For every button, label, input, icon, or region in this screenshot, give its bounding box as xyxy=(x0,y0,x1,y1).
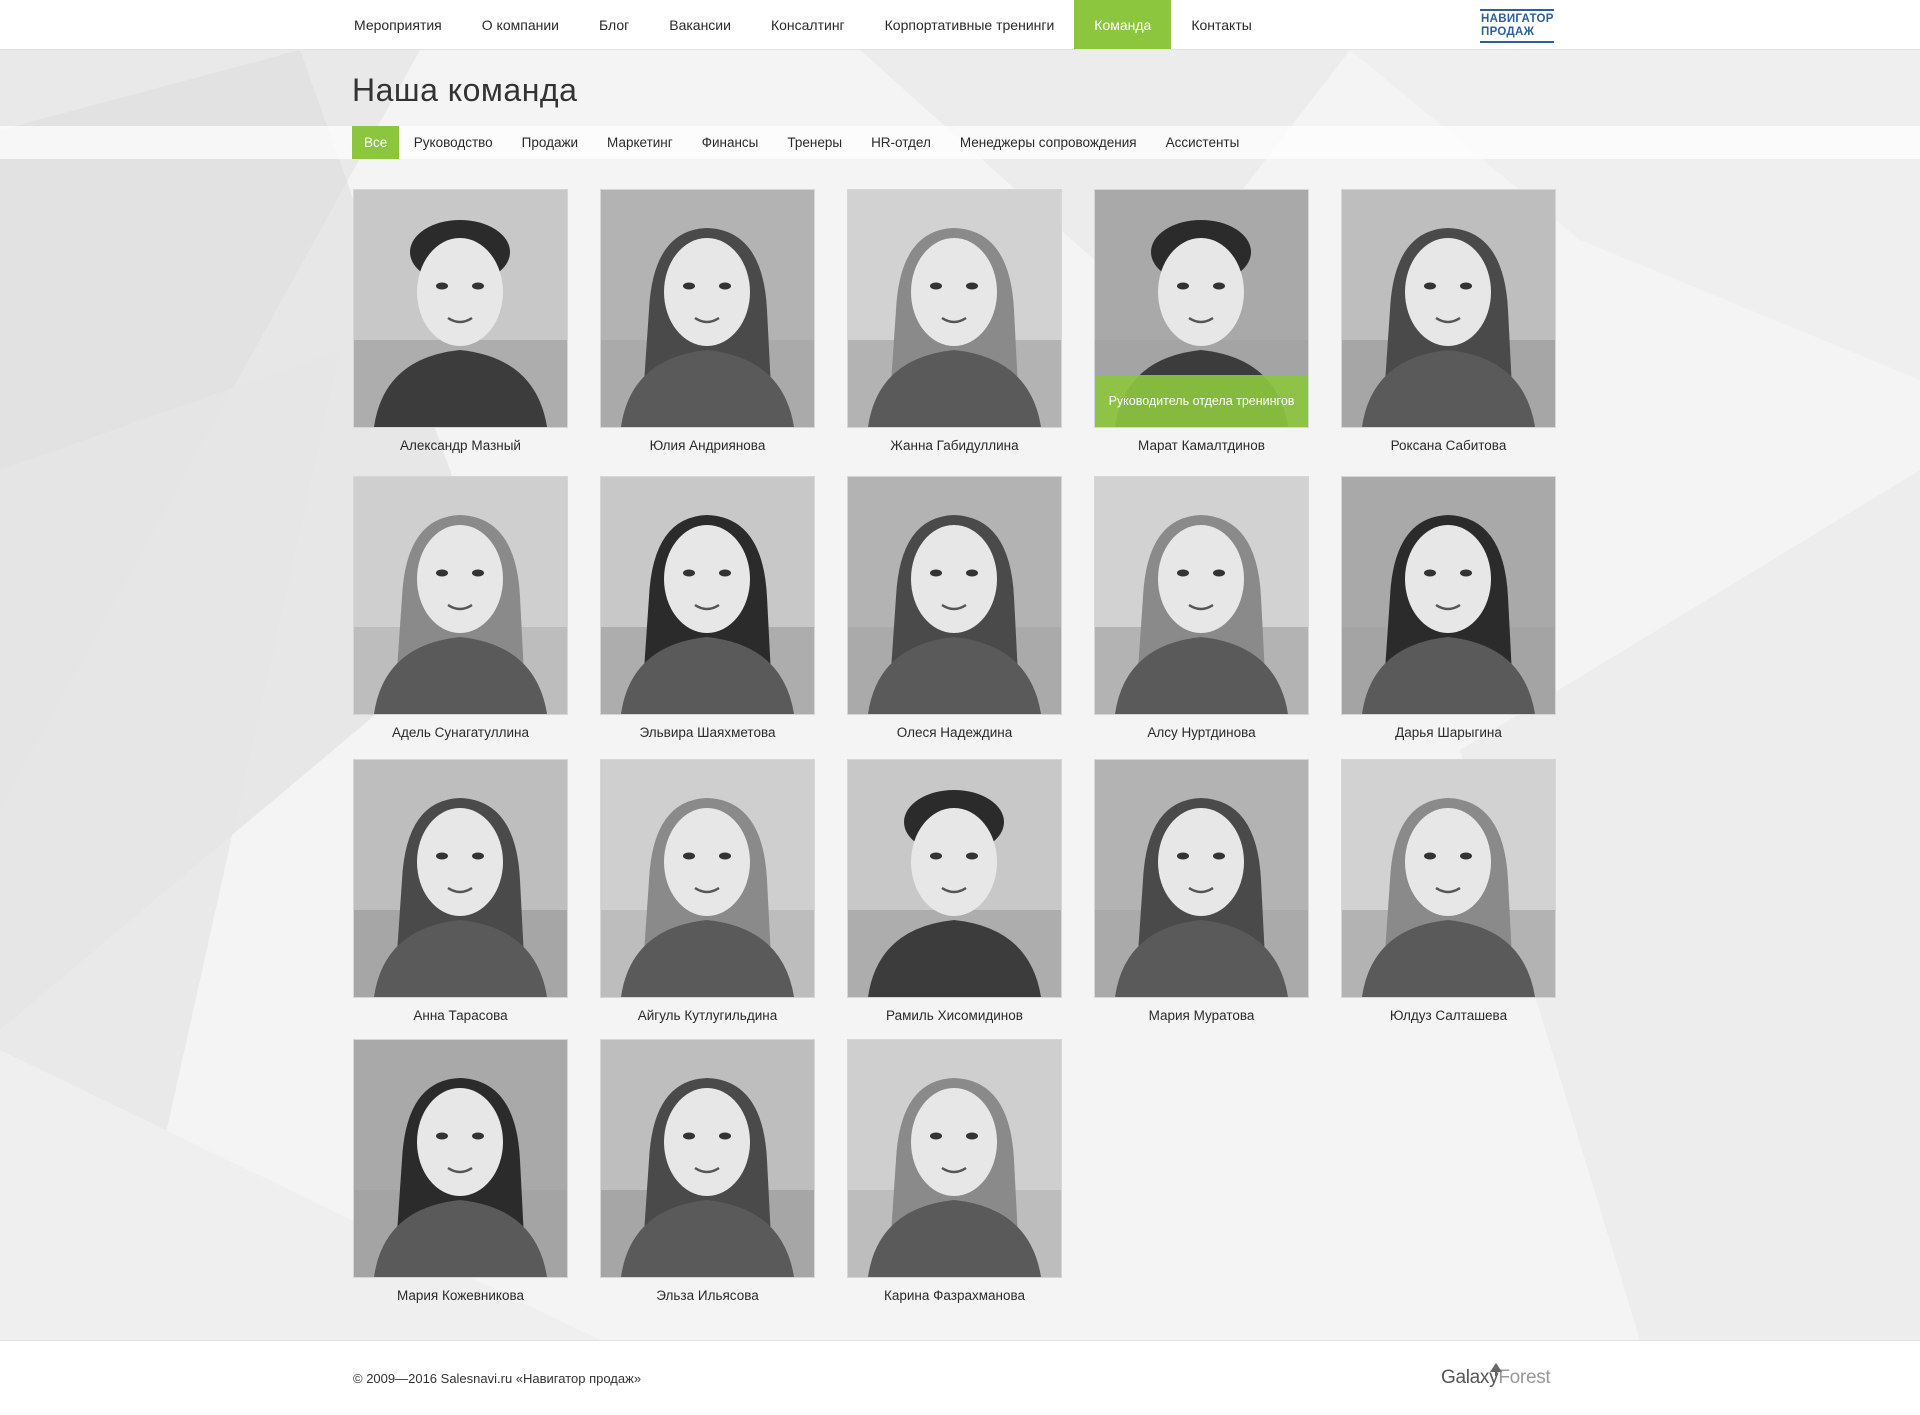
member-photo xyxy=(600,1039,815,1278)
nav-item[interactable]: Блог xyxy=(579,0,649,49)
logo-line-2: ПРОДАЖ xyxy=(1481,26,1535,38)
member-photo xyxy=(600,189,815,428)
member-photo xyxy=(1094,759,1309,998)
nav-item[interactable]: О компании xyxy=(462,0,579,49)
member-photo xyxy=(1094,476,1309,715)
member-name: Юлдуз Салташева xyxy=(1389,1008,1508,1023)
nav-item[interactable]: Корпортативные тренинги xyxy=(865,0,1075,49)
nav-item[interactable]: Команда xyxy=(1074,0,1172,49)
member-photo xyxy=(600,476,815,715)
member-name: Мария Муратова xyxy=(1148,1008,1255,1023)
filter-tab[interactable]: HR-отдел xyxy=(857,126,946,159)
filter-tab[interactable]: Маркетинг xyxy=(593,126,688,159)
team-member-card[interactable]: Адель Сунагатуллина xyxy=(353,476,568,740)
member-name: Мария Кожевникова xyxy=(396,1288,525,1303)
brand-forest: Forest xyxy=(1498,1367,1551,1388)
filter-tab[interactable]: Тренеры xyxy=(773,126,857,159)
navigator-logo[interactable]: НАВИГАТОР ПРОДАЖ xyxy=(1480,9,1556,43)
team-member-card[interactable]: Жанна Габидуллина xyxy=(847,189,1062,453)
team-member-card[interactable]: Юлия Андриянова xyxy=(600,189,815,453)
team-member-card[interactable]: Айгуль Кутлугильдина xyxy=(600,759,815,1023)
filter-tab[interactable]: Продажи xyxy=(507,126,592,159)
member-name: Марат Камалтдинов xyxy=(1138,438,1265,453)
member-name: Анна Тарасова xyxy=(413,1008,508,1023)
member-name: Айгуль Кутлугильдина xyxy=(637,1008,778,1023)
member-photo xyxy=(1341,759,1556,998)
nav-item[interactable]: Вакансии xyxy=(649,0,751,49)
filter-tab[interactable]: Руководство xyxy=(399,126,507,159)
footer: © 2009—2016 Salesnavi.ru «Навигатор прод… xyxy=(0,1340,1920,1415)
member-photo xyxy=(353,189,568,428)
member-name: Эльза Ильясова xyxy=(656,1288,759,1303)
filter-tab[interactable]: Ассистенты xyxy=(1151,126,1254,159)
filter-tab[interactable]: Все xyxy=(352,126,400,159)
member-photo xyxy=(353,759,568,998)
team-member-card[interactable]: Рамиль Хисомидинов xyxy=(847,759,1062,1023)
team-member-card[interactable]: Эльвира Шаяхметова xyxy=(600,476,815,740)
team-member-card[interactable]: Эльза Ильясова xyxy=(600,1039,815,1303)
team-member-card[interactable]: Дарья Шарыгина xyxy=(1341,476,1556,740)
team-member-card[interactable]: Роксана Сабитова xyxy=(1341,189,1556,453)
member-photo xyxy=(353,1039,568,1278)
member-name: Олеся Надеждина xyxy=(896,725,1013,740)
member-name: Жанна Габидуллина xyxy=(890,438,1019,453)
member-role-overlay: Руководитель отдела тренингов xyxy=(1095,375,1308,427)
member-name: Юлия Андриянова xyxy=(649,438,766,453)
member-name: Александр Мазный xyxy=(400,438,521,453)
member-photo xyxy=(847,1039,1062,1278)
filter-strip: Все Руководство Продажи Маркетинг Финансы Тре… xyxy=(0,126,1920,159)
filter-tab[interactable]: Менеджеры сопровождения xyxy=(945,126,1151,159)
main-nav: Мероприятия О компании Блог Вакансии Консалт… xyxy=(334,0,1272,49)
member-photo xyxy=(353,476,568,715)
team-member-card[interactable]: Карина Фазрахманова xyxy=(847,1039,1062,1303)
team-member-card[interactable]: Алсу Нуртдинова xyxy=(1094,476,1309,740)
category-filters: Все Руководство Продажи Маркетинг Финансы Тре… xyxy=(352,126,1254,159)
top-navigation-bar: Мероприятия О компании Блог Вакансии Консалт… xyxy=(0,0,1920,50)
filter-tab[interactable]: Финансы xyxy=(687,126,773,159)
member-name: Эльвира Шаяхметова xyxy=(639,725,776,740)
team-member-card[interactable]: Мария Муратова xyxy=(1094,759,1309,1023)
page-title: Наша команда xyxy=(352,72,578,108)
member-photo xyxy=(600,759,815,998)
member-photo xyxy=(847,759,1062,998)
member-photo xyxy=(1341,189,1556,428)
member-photo xyxy=(1341,476,1556,715)
team-member-card[interactable]: Руководитель отдела тренингов Марат Камал… xyxy=(1094,189,1309,453)
member-photo xyxy=(847,476,1062,715)
team-member-card[interactable]: Юлдуз Салташева xyxy=(1341,759,1556,1023)
member-name: Роксана Сабитова xyxy=(1390,438,1507,453)
member-photo: Руководитель отдела тренингов xyxy=(1094,189,1309,428)
nav-item[interactable]: Консалтинг xyxy=(751,0,865,49)
logo-line-1: НАВИГАТОР xyxy=(1481,13,1554,25)
nav-item[interactable]: Мероприятия xyxy=(334,0,462,49)
tree-icon xyxy=(1490,1363,1502,1376)
member-name: Рамиль Хисомидинов xyxy=(886,1008,1023,1023)
member-name: Адель Сунагатуллина xyxy=(392,725,529,740)
team-member-card[interactable]: Александр Мазный xyxy=(353,189,568,453)
member-name: Алсу Нуртдинова xyxy=(1147,725,1256,740)
member-name: Карина Фазрахманова xyxy=(884,1288,1025,1303)
team-member-card[interactable]: Олеся Надеждина xyxy=(847,476,1062,740)
copyright-text: © 2009—2016 Salesnavi.ru «Навигатор прод… xyxy=(353,1371,642,1386)
team-member-card[interactable]: Мария Кожевникова xyxy=(353,1039,568,1303)
member-photo xyxy=(847,189,1062,428)
nav-item[interactable]: Контакты xyxy=(1171,0,1271,49)
member-name: Дарья Шарыгина xyxy=(1395,725,1502,740)
team-member-card[interactable]: Анна Тарасова xyxy=(353,759,568,1023)
